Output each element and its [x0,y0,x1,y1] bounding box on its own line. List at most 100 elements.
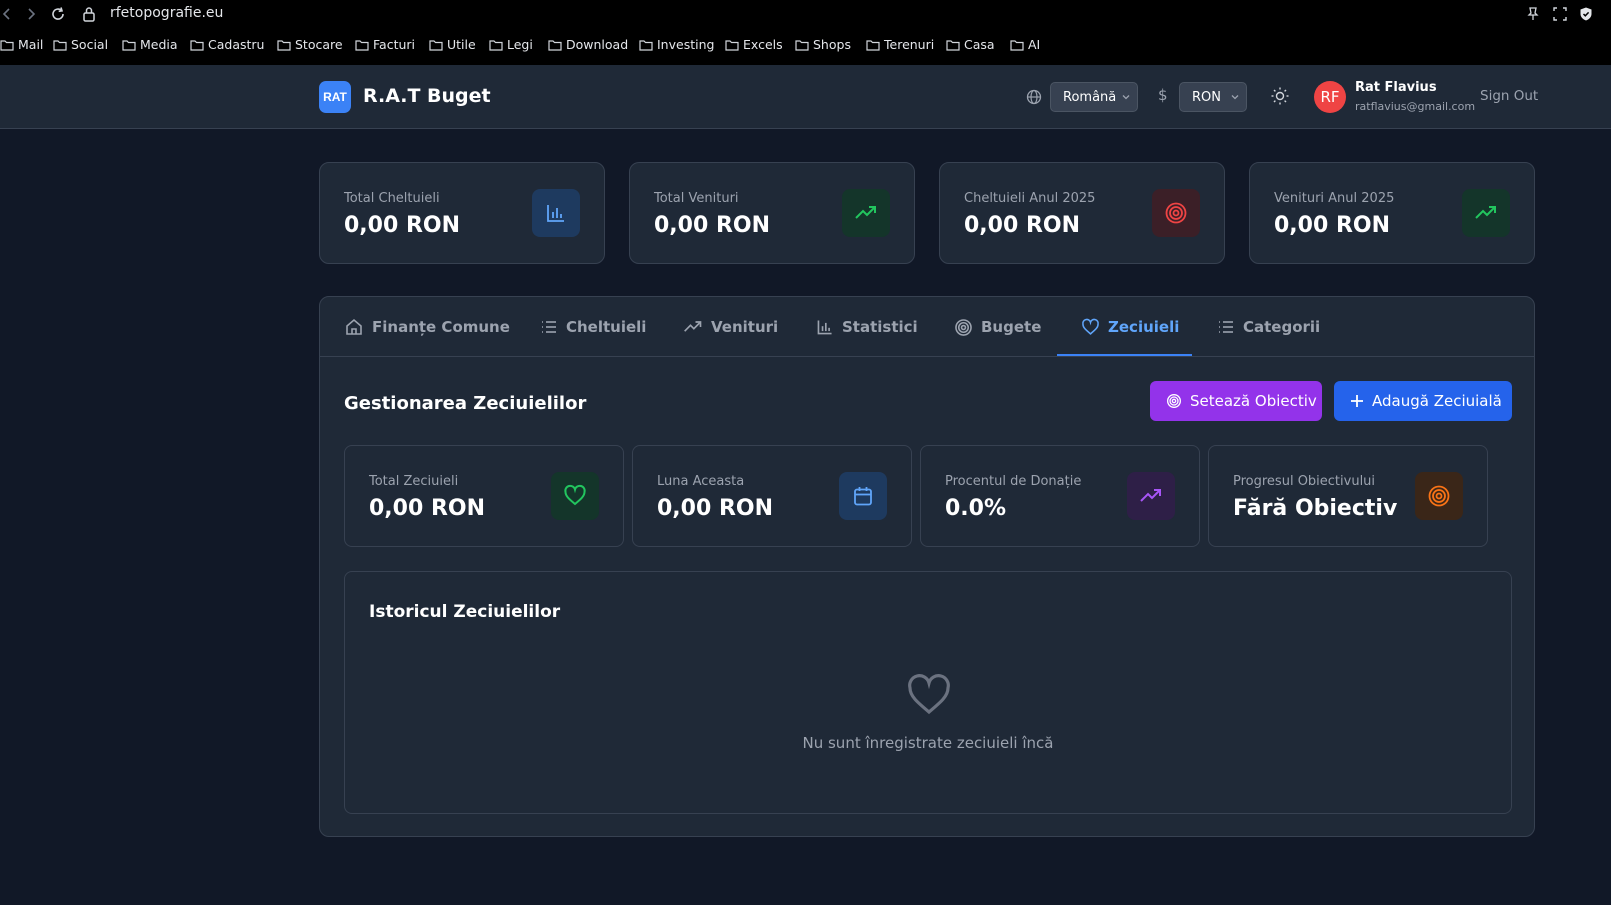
folder-icon [489,39,503,51]
bookmark-download[interactable]: Download [548,37,628,52]
bookmark-facturi[interactable]: Facturi [355,37,415,52]
address-bar: rfetopografie.eu [0,0,1611,28]
stat-value: 0,00 RON [344,213,460,238]
bookmarks-bar: Mail Social Media Cadastru Stocare Facturi Uti… [0,37,1611,57]
bookmark-shops[interactable]: Shops [795,37,851,52]
tab-label: Categorii [1243,318,1321,336]
calendar-icon [839,472,887,520]
trending-up-icon [1462,189,1510,237]
set-goal-button[interactable]: Setează Obiectiv [1150,381,1322,421]
avatar[interactable]: RF [1314,81,1346,113]
folder-icon [639,39,653,51]
sign-out-button[interactable]: Sign Out [1480,88,1538,104]
bookmark-label: Facturi [373,37,416,52]
folder-icon [190,39,204,51]
back-icon[interactable] [0,6,14,22]
stat-card-total-expenses: Total Cheltuieli 0,00 RON [319,162,605,264]
screenshot-icon[interactable] [1552,6,1568,22]
language-value: Română [1063,89,1117,105]
stat-card-total-income: Total Venituri 0,00 RON [629,162,915,264]
add-tithe-button[interactable]: Adaugă Zeciuială [1334,381,1512,421]
bookmark-terenuri[interactable]: Terenuri [866,37,934,52]
shield-icon[interactable] [1578,6,1594,22]
trending-up-icon [683,317,703,337]
bookmark-label: Cadastru [208,37,265,52]
tab-categories[interactable]: Categorii [1217,297,1320,357]
sun-icon[interactable] [1270,86,1290,106]
tithe-card-this-month: Luna Aceasta 0,00 RON [632,445,912,547]
user-name: Rat Flavius [1355,80,1437,95]
trending-up-icon [842,189,890,237]
stat-card-income-year: Venituri Anul 2025 0,00 RON [1249,162,1535,264]
target-icon [954,318,973,337]
button-label: Setează Obiectiv [1190,392,1317,410]
bookmark-media[interactable]: Media [122,37,178,52]
folder-icon [122,39,136,51]
pin-icon[interactable] [1526,6,1540,22]
lock-icon[interactable] [82,6,96,22]
bookmark-label: Casa [964,37,995,52]
language-select[interactable]: Română [1050,82,1138,112]
tab-label: Venituri [711,318,779,336]
url-text[interactable]: rfetopografie.eu [110,5,223,21]
dollar-icon: $ [1158,86,1168,104]
bookmark-label: Utile [447,37,476,52]
trending-up-icon [1127,472,1175,520]
bookmark-label: Terenuri [884,37,935,52]
bookmark-label: Excels [743,37,783,52]
bookmark-mail[interactable]: Mail [0,37,43,52]
folder-icon [866,39,880,51]
folder-icon [1010,39,1024,51]
tab-shared-finances[interactable]: Finanțe Comune [344,297,510,357]
tab-income[interactable]: Venituri [683,297,778,357]
card-label: Procentul de Donație [945,474,1082,489]
bookmark-label: Mail [18,37,44,52]
bookmark-stocare[interactable]: Stocare [277,37,343,52]
tab-label: Zeciuieli [1108,318,1180,336]
card-value: 0,00 RON [369,496,485,521]
card-value: Fără Obiectiv [1233,496,1398,521]
tab-budgets[interactable]: Bugete [954,297,1041,357]
bookmark-investing[interactable]: Investing [639,37,714,52]
card-label: Total Zeciuieli [369,474,459,489]
button-label: Adaugă Zeciuială [1372,392,1502,410]
bookmark-cadastru[interactable]: Cadastru [190,37,264,52]
tab-tithes[interactable]: Zeciuieli [1081,297,1179,357]
forward-icon[interactable] [24,6,38,22]
target-icon [1152,189,1200,237]
bookmark-excels[interactable]: Excels [725,37,783,52]
folder-icon [725,39,739,51]
tab-label: Cheltuieli [566,318,647,336]
card-label: Luna Aceasta [657,474,745,489]
tab-expenses[interactable]: Cheltuieli [540,297,646,357]
app-title[interactable]: R.A.T Buget [363,85,491,107]
heart-icon [1081,318,1100,337]
folder-icon [429,39,443,51]
tab-statistics[interactable]: Statistici [816,297,918,357]
folder-icon [355,39,369,51]
stat-label: Cheltuieli Anul 2025 [964,191,1096,206]
bookmark-label: Shops [813,37,851,52]
tithe-card-donation-percent: Procentul de Donație 0.0% [920,445,1200,547]
bookmark-label: Download [566,37,629,52]
active-tab-indicator [1057,354,1192,356]
stat-value: 0,00 RON [654,213,770,238]
heart-icon [905,672,953,720]
bookmark-social[interactable]: Social [53,37,108,52]
reload-icon[interactable] [50,6,66,22]
bookmark-casa[interactable]: Casa [946,37,995,52]
user-email: ratflavius@gmail.com [1355,100,1476,113]
tithe-history-panel: Istoricul Zeciuielilor Nu sunt înregistr… [344,571,1512,814]
app-logo[interactable]: RAT [319,81,351,113]
currency-value: RON [1192,89,1221,105]
app-header: RAT R.A.T Buget Română $ RON RF Rat Flav… [0,65,1611,129]
history-title: Istoricul Zeciuielilor [369,602,561,622]
currency-select[interactable]: RON [1179,82,1247,112]
tithe-card-goal-progress: Progresul Obiectivului Fără Obiectiv [1208,445,1488,547]
bookmark-utile[interactable]: Utile [429,37,476,52]
bookmark-ai[interactable]: AI [1010,37,1040,52]
card-value: 0,00 RON [657,496,773,521]
folder-icon [548,39,562,51]
bookmark-legi[interactable]: Legi [489,37,533,52]
chevron-down-icon [1121,92,1131,102]
